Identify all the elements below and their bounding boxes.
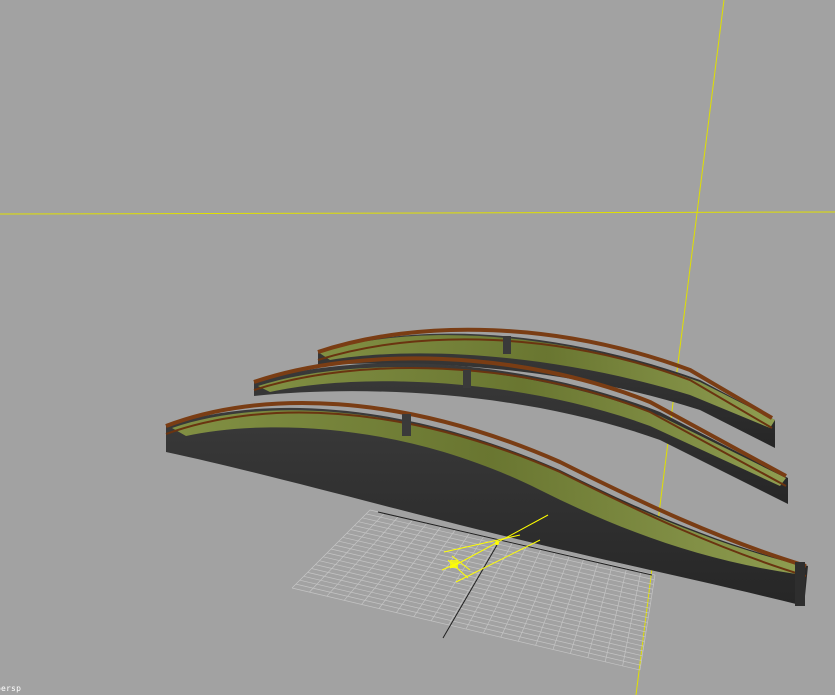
grid-line (604, 568, 627, 662)
grid-line (299, 579, 642, 661)
grid-line (303, 575, 643, 657)
grid-line (295, 583, 641, 666)
grid-line (622, 571, 642, 666)
bridge-front-post (402, 414, 411, 436)
bridge-middle-post (463, 370, 471, 388)
world-axis-x (0, 211, 835, 215)
bridge-front-end-post (795, 562, 805, 606)
bridge-back-post (503, 336, 511, 354)
grid-line (639, 574, 656, 671)
grid-line (291, 587, 641, 671)
world-axis-z (635, 0, 725, 695)
scene-canvas[interactable] (0, 0, 835, 695)
3d-viewport[interactable]: persp (0, 0, 835, 695)
viewport-label[interactable]: persp (0, 684, 21, 693)
